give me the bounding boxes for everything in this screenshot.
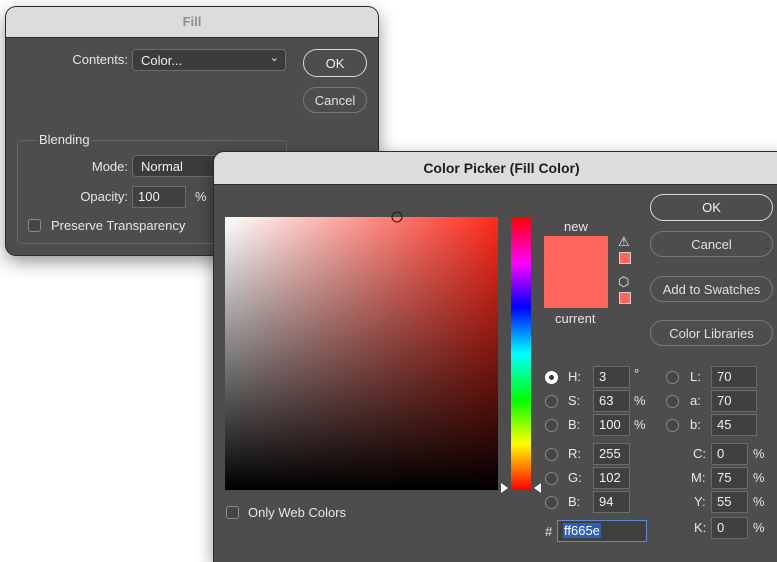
cyan-input[interactable]: 0 xyxy=(711,443,748,465)
contents-select[interactable]: Color... ⌄ xyxy=(132,49,286,71)
hue-label: H: xyxy=(568,369,581,384)
saturation-brightness-field[interactable] xyxy=(225,211,498,490)
yellow-input[interactable]: 55 xyxy=(711,491,748,513)
picker-cancel-button[interactable]: Cancel xyxy=(650,231,773,257)
mode-select-value: Normal xyxy=(141,159,183,174)
cyan-unit: % xyxy=(753,446,765,461)
red-radio[interactable] xyxy=(545,448,558,461)
fill-ok-button[interactable]: OK xyxy=(303,49,367,77)
color-libraries-button[interactable]: Color Libraries xyxy=(650,320,773,346)
color-picker-dialog: Color Picker (Fill Color) new current ⚠ … xyxy=(214,152,777,562)
lab-a-label: a: xyxy=(690,393,701,408)
only-web-colors-checkbox[interactable] xyxy=(226,506,239,519)
add-to-swatches-button[interactable]: Add to Swatches xyxy=(650,276,773,302)
hue-radio[interactable] xyxy=(545,371,558,384)
cyan-label: C: xyxy=(693,446,706,461)
lab-b-input[interactable]: 45 xyxy=(711,414,757,436)
red-input[interactable]: 255 xyxy=(593,443,630,465)
hue-slider-right-arrow[interactable] xyxy=(534,482,541,493)
web-safe-warning-swatch[interactable] xyxy=(619,292,631,304)
new-color-label: new xyxy=(564,219,588,234)
brightness-radio[interactable] xyxy=(545,419,558,432)
opacity-input[interactable]: 100 xyxy=(132,186,186,208)
hue-slider[interactable] xyxy=(511,217,531,490)
color-selection-marker[interactable] xyxy=(391,211,403,223)
current-color-label: current xyxy=(555,311,596,326)
fill-dialog-title: Fill xyxy=(6,7,378,38)
magenta-label: M: xyxy=(691,470,706,485)
black-label: K: xyxy=(694,520,707,535)
opacity-unit: % xyxy=(195,189,207,204)
hex-value-selected: ff665e xyxy=(563,523,601,538)
saturation-radio[interactable] xyxy=(545,395,558,408)
mode-label: Mode: xyxy=(91,159,128,174)
lab-a-input[interactable]: 70 xyxy=(711,390,757,412)
hue-unit: ° xyxy=(634,366,640,381)
saturation-unit: % xyxy=(634,393,646,408)
picker-ok-button[interactable]: OK xyxy=(650,194,773,221)
blue-input[interactable]: 94 xyxy=(593,491,630,513)
fill-cancel-button[interactable]: Cancel xyxy=(303,87,367,113)
blending-label: Blending xyxy=(37,132,92,147)
brightness-label: B: xyxy=(568,417,581,432)
saturation-label: S: xyxy=(568,393,581,408)
hue-slider-left-arrow[interactable] xyxy=(501,482,508,493)
gamut-warning-swatch[interactable] xyxy=(619,252,631,264)
hex-input[interactable]: ff665e xyxy=(557,520,647,542)
black-input[interactable]: 0 xyxy=(711,517,748,539)
web-safe-cube-icon[interactable]: ⬡ xyxy=(618,274,629,290)
color-picker-title: Color Picker (Fill Color) xyxy=(214,152,777,185)
lab-a-radio[interactable] xyxy=(666,395,679,408)
green-radio[interactable] xyxy=(545,472,558,485)
yellow-label: Y: xyxy=(694,494,706,509)
out-of-gamut-warning-icon[interactable]: ⚠ xyxy=(618,234,630,250)
lightness-radio[interactable] xyxy=(666,371,679,384)
contents-label: Contents: xyxy=(72,52,128,67)
red-label: R: xyxy=(568,446,581,461)
green-label: G: xyxy=(568,470,582,485)
blue-label: B: xyxy=(568,494,581,509)
hue-input[interactable]: 3 xyxy=(593,366,630,388)
chevron-down-icon: ⌄ xyxy=(269,52,279,64)
brightness-unit: % xyxy=(634,417,646,432)
preserve-transparency-checkbox[interactable] xyxy=(28,219,41,232)
saturation-input[interactable]: 63 xyxy=(593,390,630,412)
new-color-swatch xyxy=(544,236,608,272)
black-unit: % xyxy=(753,520,765,535)
preserve-transparency-label: Preserve Transparency xyxy=(51,218,186,233)
lightness-input[interactable]: 70 xyxy=(711,366,757,388)
brightness-input[interactable]: 100 xyxy=(593,414,630,436)
magenta-unit: % xyxy=(753,470,765,485)
current-color-swatch[interactable] xyxy=(544,272,608,308)
green-input[interactable]: 102 xyxy=(593,467,630,489)
lab-b-radio[interactable] xyxy=(666,419,679,432)
magenta-input[interactable]: 75 xyxy=(711,467,748,489)
lightness-label: L: xyxy=(690,369,701,384)
blue-radio[interactable] xyxy=(545,496,558,509)
contents-select-value: Color... xyxy=(141,53,183,68)
lab-b-label: b: xyxy=(690,417,701,432)
only-web-colors-label: Only Web Colors xyxy=(248,505,347,520)
opacity-label: Opacity: xyxy=(80,189,128,204)
hex-label: # xyxy=(545,524,553,539)
yellow-unit: % xyxy=(753,494,765,509)
